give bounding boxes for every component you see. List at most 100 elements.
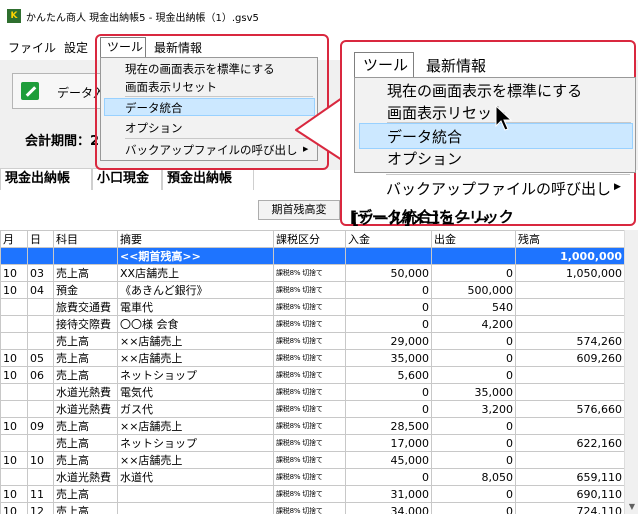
table-cell[interactable]: 課税8% 切捨て bbox=[273, 298, 346, 316]
table-cell[interactable]: 8,050 bbox=[431, 468, 516, 486]
table-cell[interactable]: 接待交際費 bbox=[53, 315, 118, 333]
table-cell[interactable] bbox=[27, 298, 54, 316]
table-cell[interactable]: 11 bbox=[27, 485, 54, 503]
table-row[interactable]: 10 11 売上高 課税8% 切捨て 31,000 0 690,110 bbox=[0, 485, 624, 503]
table-cell[interactable]: 売上高 bbox=[53, 502, 118, 514]
table-cell[interactable] bbox=[27, 468, 54, 486]
table-cell[interactable]: 29,000 bbox=[345, 332, 432, 350]
table-cell[interactable] bbox=[27, 400, 54, 418]
table-cell[interactable]: 28,500 bbox=[345, 417, 432, 435]
table-cell[interactable]: 05 bbox=[27, 349, 54, 367]
table-row[interactable]: 10 05 売上高 ××店舗売上 課税8% 切捨て 35,000 0 609,260 bbox=[0, 349, 624, 367]
table-cell[interactable]: 540 bbox=[431, 298, 516, 316]
table-cell[interactable]: ガス代 bbox=[117, 400, 274, 418]
table-cell[interactable] bbox=[0, 400, 28, 418]
table-cell[interactable]: 5,600 bbox=[345, 366, 432, 384]
table-cell[interactable]: 34,000 bbox=[345, 502, 432, 514]
table-cell[interactable]: 10 bbox=[0, 451, 28, 469]
data-input-button[interactable]: データ入 bbox=[12, 73, 108, 109]
table-cell[interactable]: 31,000 bbox=[345, 485, 432, 503]
table-row[interactable]: 接待交際費 〇〇様 会食 課税8% 切捨て 0 4,200 bbox=[0, 315, 624, 333]
table-cell[interactable]: 10 bbox=[0, 417, 28, 435]
table-cell[interactable]: ネットショップ bbox=[117, 366, 274, 384]
table-cell[interactable]: 0 bbox=[345, 383, 432, 401]
table-cell[interactable] bbox=[0, 332, 28, 350]
table-cell[interactable] bbox=[515, 366, 624, 384]
table-cell[interactable]: 10 bbox=[27, 451, 54, 469]
table-cell[interactable]: 0 bbox=[345, 468, 432, 486]
table-cell[interactable]: 17,000 bbox=[345, 434, 432, 452]
table-cell[interactable]: 10 bbox=[0, 502, 28, 514]
table-cell[interactable] bbox=[27, 434, 54, 452]
table-cell[interactable]: 10 bbox=[0, 349, 28, 367]
table-cell[interactable]: 0 bbox=[431, 366, 516, 384]
table-cell[interactable]: 課税8% 切捨て bbox=[273, 502, 346, 514]
table-cell[interactable]: 電気代 bbox=[117, 383, 274, 401]
table-cell[interactable] bbox=[27, 383, 54, 401]
table-cell[interactable]: 電車代 bbox=[117, 298, 274, 316]
table-row[interactable]: <<期首残高>> 1,000,000 bbox=[0, 247, 624, 265]
table-cell[interactable]: 売上高 bbox=[53, 434, 118, 452]
table-cell[interactable]: 45,000 bbox=[345, 451, 432, 469]
table-cell[interactable]: 4,200 bbox=[431, 315, 516, 333]
table-cell[interactable]: 0 bbox=[431, 417, 516, 435]
table-cell[interactable] bbox=[515, 281, 624, 299]
table-cell[interactable]: 課税8% 切捨て bbox=[273, 400, 346, 418]
table-row[interactable]: 10 04 預金 《あきんど銀行》 課税8% 切捨て 0 500,000 bbox=[0, 281, 624, 299]
table-cell[interactable]: 10 bbox=[0, 485, 28, 503]
table-row[interactable]: 10 12 売上高 課税8% 切捨て 34,000 0 724,110 bbox=[0, 502, 624, 514]
table-cell[interactable]: 水道光熱費 bbox=[53, 468, 118, 486]
table-cell[interactable] bbox=[515, 298, 624, 316]
table-cell[interactable]: 3,200 bbox=[431, 400, 516, 418]
table-cell[interactable] bbox=[431, 247, 516, 265]
table-cell[interactable]: 売上高 bbox=[53, 451, 118, 469]
table-cell[interactable]: 04 bbox=[27, 281, 54, 299]
table-cell[interactable]: 水道代 bbox=[117, 468, 274, 486]
table-cell[interactable]: ××店舗売上 bbox=[117, 451, 274, 469]
table-cell[interactable]: 0 bbox=[431, 349, 516, 367]
menu-settings[interactable]: 設定 bbox=[64, 39, 88, 56]
table-cell[interactable]: 06 bbox=[27, 366, 54, 384]
table-cell[interactable]: 35,000 bbox=[345, 349, 432, 367]
table-cell[interactable] bbox=[0, 434, 28, 452]
table-cell[interactable]: 0 bbox=[431, 451, 516, 469]
tab-cash-ledger[interactable]: 現金出納帳 bbox=[0, 168, 92, 190]
table-cell[interactable]: 旅費交通費 bbox=[53, 298, 118, 316]
table-cell[interactable]: 50,000 bbox=[345, 264, 432, 282]
table-cell[interactable]: 609,260 bbox=[515, 349, 624, 367]
table-cell[interactable] bbox=[27, 315, 54, 333]
table-row[interactable]: 10 09 売上高 ××店舗売上 課税8% 切捨て 28,500 0 bbox=[0, 417, 624, 435]
table-cell[interactable] bbox=[53, 247, 118, 265]
table-cell[interactable]: 0 bbox=[431, 332, 516, 350]
table-cell[interactable]: 水道光熱費 bbox=[53, 383, 118, 401]
table-cell[interactable]: 《あきんど銀行》 bbox=[117, 281, 274, 299]
vertical-scrollbar[interactable]: ▼ bbox=[624, 230, 638, 514]
table-cell[interactable]: 690,110 bbox=[515, 485, 624, 503]
table-cell[interactable] bbox=[117, 502, 274, 514]
table-cell[interactable]: 課税8% 切捨て bbox=[273, 434, 346, 452]
table-cell[interactable]: 課税8% 切捨て bbox=[273, 332, 346, 350]
table-cell[interactable] bbox=[0, 383, 28, 401]
table-cell[interactable]: 課税8% 切捨て bbox=[273, 417, 346, 435]
table-cell[interactable]: 1,050,000 bbox=[515, 264, 624, 282]
table-cell[interactable]: 622,160 bbox=[515, 434, 624, 452]
table-row[interactable]: 売上高 ××店舗売上 課税8% 切捨て 29,000 0 574,260 bbox=[0, 332, 624, 350]
table-cell[interactable]: 課税8% 切捨て bbox=[273, 468, 346, 486]
table-cell[interactable] bbox=[515, 417, 624, 435]
table-cell[interactable] bbox=[515, 451, 624, 469]
table-row[interactable]: 水道光熱費 水道代 課税8% 切捨て 0 8,050 659,110 bbox=[0, 468, 624, 486]
table-cell[interactable]: 0 bbox=[431, 485, 516, 503]
table-cell[interactable]: 売上高 bbox=[53, 332, 118, 350]
table-cell[interactable]: ××店舗売上 bbox=[117, 332, 274, 350]
table-cell[interactable]: ××店舗売上 bbox=[117, 417, 274, 435]
table-cell[interactable]: 0 bbox=[345, 281, 432, 299]
table-cell[interactable]: 売上高 bbox=[53, 417, 118, 435]
table-cell[interactable]: 〇〇様 会食 bbox=[117, 315, 274, 333]
table-cell[interactable]: 0 bbox=[345, 400, 432, 418]
table-cell[interactable]: 500,000 bbox=[431, 281, 516, 299]
table-cell[interactable]: XX店舗売上 bbox=[117, 264, 274, 282]
table-cell[interactable] bbox=[0, 468, 28, 486]
table-cell[interactable] bbox=[345, 247, 432, 265]
table-cell[interactable]: 課税8% 切捨て bbox=[273, 281, 346, 299]
scroll-down-icon[interactable]: ▼ bbox=[625, 500, 638, 514]
